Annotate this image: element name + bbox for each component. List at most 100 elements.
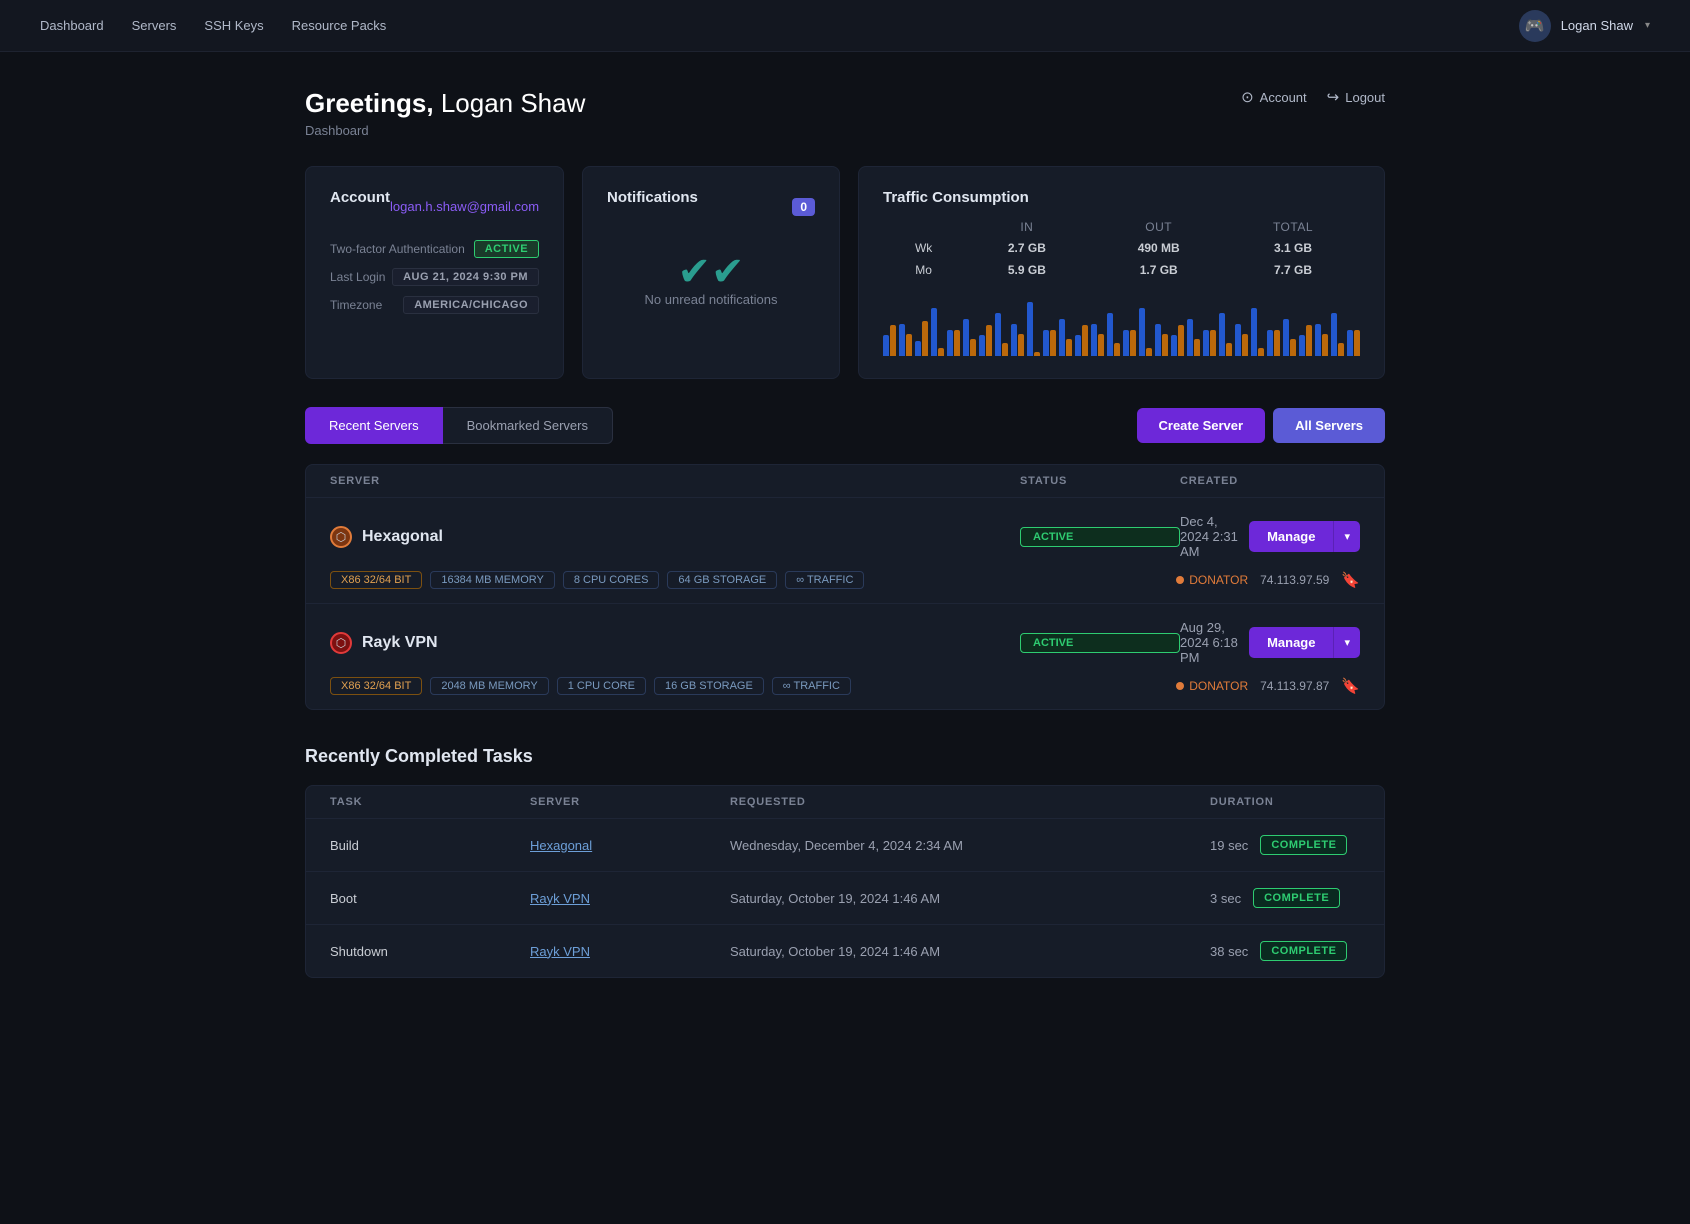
server-created-hexagonal: Dec 4, 2024 2:31 AM	[1180, 514, 1249, 559]
manage-button-raykvpn[interactable]: Manage	[1249, 627, 1333, 658]
traffic-row-month: Mo 5.9 GB 1.7 GB 7.7 GB	[885, 260, 1358, 280]
timezone-row: Timezone AMERICA/CHICAGO	[330, 296, 539, 314]
bar-out-3	[938, 348, 944, 356]
bar-out-27	[1322, 334, 1328, 356]
traffic-col-in: IN	[964, 218, 1089, 236]
bookmark-icon-raykvpn[interactable]: 🔖	[1341, 677, 1360, 695]
task-duration-wrap-boot: 3 sec COMPLETE	[1210, 888, 1360, 908]
traffic-wk-in: 2.7 GB	[964, 238, 1089, 258]
bar-out-18	[1178, 325, 1184, 356]
task-name-shutdown: Shutdown	[330, 944, 530, 959]
account-button[interactable]: ⊙ Account	[1241, 88, 1307, 106]
notif-count-badge: 0	[792, 198, 815, 216]
account-icon: ⊙	[1241, 88, 1254, 106]
bar-out-7	[1002, 343, 1008, 356]
greeting-heading: Greetings, Logan Shaw	[305, 88, 585, 119]
tasks-table: TASK SERVER REQUESTED DURATION Build Hex…	[305, 785, 1385, 978]
bar-in-5	[963, 319, 969, 356]
bar-group-26	[1299, 325, 1312, 356]
bar-in-15	[1123, 330, 1129, 356]
col-status: STATUS	[1020, 475, 1180, 487]
bar-out-15	[1130, 330, 1136, 356]
bar-out-8	[1018, 334, 1024, 356]
bar-out-1	[906, 334, 912, 356]
bar-in-0	[883, 335, 889, 356]
bar-out-0	[890, 325, 896, 356]
manage-button-hexagonal[interactable]: Manage	[1249, 521, 1333, 552]
bar-out-17	[1162, 334, 1168, 356]
donator-dot	[1176, 576, 1184, 584]
nav-servers[interactable]: Servers	[132, 18, 177, 33]
all-servers-button[interactable]: All Servers	[1273, 408, 1385, 443]
bar-group-3	[931, 308, 944, 356]
bar-out-23	[1258, 348, 1264, 356]
header-actions: ⊙ Account ↪ Logout	[1241, 88, 1385, 106]
manage-dropdown-raykvpn[interactable]: ▾	[1333, 627, 1360, 658]
bar-out-12	[1082, 325, 1088, 356]
server-tag-memory-vpn: 2048 MB MEMORY	[430, 677, 548, 695]
bar-in-16	[1139, 308, 1145, 356]
traffic-col-out: OUT	[1091, 218, 1226, 236]
bar-group-5	[963, 319, 976, 356]
manage-dropdown-hexagonal[interactable]: ▾	[1333, 521, 1360, 552]
nav-dashboard[interactable]: Dashboard	[40, 18, 104, 33]
bar-out-26	[1306, 325, 1312, 356]
tab-bookmarked-servers[interactable]: Bookmarked Servers	[443, 407, 613, 444]
bar-out-28	[1338, 343, 1344, 356]
bar-out-9	[1034, 352, 1040, 356]
bookmark-icon-hexagonal[interactable]: 🔖	[1341, 571, 1360, 589]
traffic-row-week: Wk 2.7 GB 490 MB 3.1 GB	[885, 238, 1358, 258]
bar-in-23	[1251, 308, 1257, 356]
col-task: TASK	[330, 796, 530, 808]
bar-group-11	[1059, 319, 1072, 356]
task-server-raykvpn-shutdown[interactable]: Rayk VPN	[530, 944, 730, 959]
bar-out-4	[954, 330, 960, 356]
account-card: Account logan.h.shaw@gmail.com Two-facto…	[305, 166, 564, 379]
bar-in-7	[995, 313, 1001, 356]
bar-out-16	[1146, 348, 1152, 356]
traffic-table: IN OUT TOTAL Wk 2.7 GB 490 MB 3.1 GB Mo …	[883, 216, 1360, 282]
main-content: Greetings, Logan Shaw Dashboard ⊙ Accoun…	[245, 52, 1445, 1050]
traffic-col-label	[885, 218, 962, 236]
bar-out-10	[1050, 330, 1056, 356]
traffic-col-total: TOTAL	[1228, 218, 1358, 236]
nav-user[interactable]: 🎮 Logan Shaw ▾	[1519, 10, 1650, 42]
server-icon-hexagonal: ⬡	[330, 526, 352, 548]
create-server-button[interactable]: Create Server	[1137, 408, 1266, 443]
traffic-title: Traffic Consumption	[883, 189, 1029, 206]
task-row-shutdown: Shutdown Rayk VPN Saturday, October 19, …	[306, 925, 1384, 977]
traffic-header: Traffic Consumption	[883, 189, 1360, 206]
bar-out-13	[1098, 334, 1104, 356]
traffic-mo-out: 1.7 GB	[1091, 260, 1226, 280]
col-task-server: SERVER	[530, 796, 730, 808]
server-tags-hexagonal: X86 32/64 BIT 16384 MB MEMORY 8 CPU CORE…	[330, 571, 864, 589]
task-duration-shutdown: 38 sec	[1210, 944, 1248, 959]
manage-btn-wrap-hexagonal: Manage ▾	[1249, 521, 1360, 552]
bar-out-14	[1114, 343, 1120, 356]
double-check-icon: ✔✔	[678, 252, 745, 292]
bar-group-21	[1219, 313, 1232, 356]
bar-in-6	[979, 335, 985, 356]
bar-in-3	[931, 308, 937, 356]
bar-in-12	[1075, 335, 1081, 356]
account-card-title: Account	[330, 189, 390, 206]
nav-resource-packs[interactable]: Resource Packs	[292, 18, 387, 33]
bar-out-11	[1066, 339, 1072, 356]
server-status-raykvpn: ACTIVE	[1020, 633, 1180, 653]
bar-in-2	[915, 341, 921, 356]
tab-recent-servers[interactable]: Recent Servers	[305, 407, 443, 444]
task-server-raykvpn-boot[interactable]: Rayk VPN	[530, 891, 730, 906]
bar-group-20	[1203, 330, 1216, 356]
bar-group-23	[1251, 308, 1264, 356]
logout-button[interactable]: ↪ Logout	[1327, 88, 1385, 106]
bar-in-11	[1059, 319, 1065, 356]
task-requested-boot: Saturday, October 19, 2024 1:46 AM	[730, 891, 1210, 906]
nav-ssh-keys[interactable]: SSH Keys	[204, 18, 263, 33]
task-duration-boot: 3 sec	[1210, 891, 1241, 906]
server-tag-arch: X86 32/64 BIT	[330, 571, 422, 589]
bar-out-6	[986, 325, 992, 356]
task-server-hexagonal[interactable]: Hexagonal	[530, 838, 730, 853]
bar-out-2	[922, 321, 928, 356]
server-tag-traffic-vpn: ∞ TRAFFIC	[772, 677, 851, 695]
task-row-build: Build Hexagonal Wednesday, December 4, 2…	[306, 819, 1384, 872]
